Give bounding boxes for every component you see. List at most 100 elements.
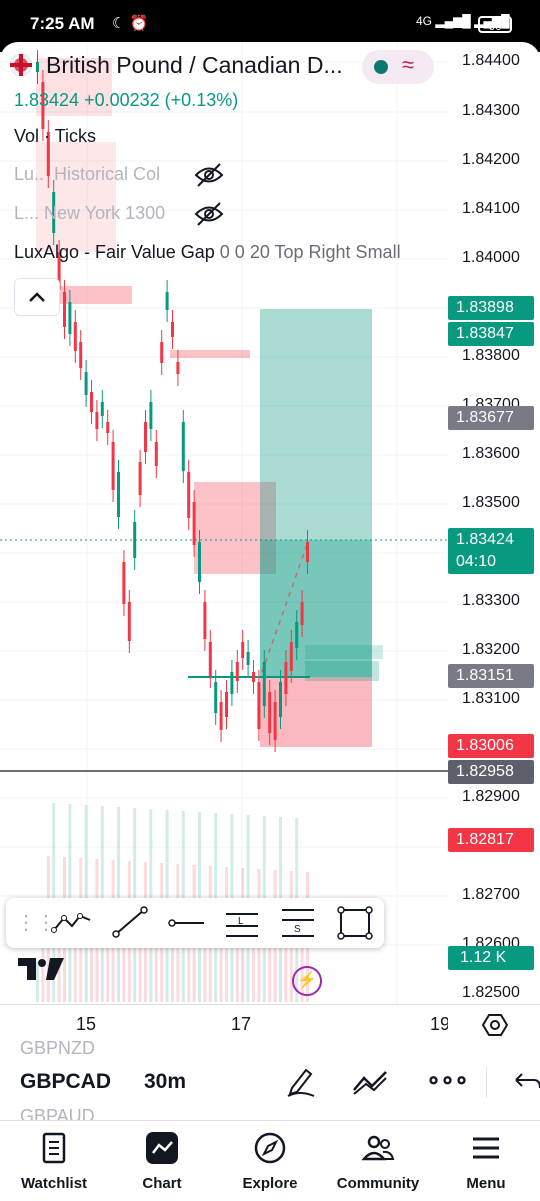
hamburger-menu-icon	[473, 1137, 499, 1159]
eye-hidden-icon[interactable]	[194, 162, 224, 193]
prev-symbol[interactable]: GBPNZD	[20, 1038, 95, 1054]
network-type: 4G	[416, 14, 433, 28]
candle-body	[100, 402, 104, 416]
candle-body	[192, 502, 196, 545]
indicator-1-name: Historical Col	[54, 164, 161, 184]
nav-chart[interactable]: Chart	[108, 1121, 216, 1201]
community-icon	[361, 1135, 395, 1161]
flag-icon	[10, 54, 32, 76]
last-price-value: 1.83424	[456, 531, 514, 548]
bottom-nav[interactable]: Watchlist Chart Explore Community Menu	[0, 1120, 540, 1201]
fvg-box	[305, 661, 379, 681]
candle-body	[165, 292, 169, 310]
nav-explore[interactable]: Explore	[216, 1121, 324, 1201]
short-position-icon[interactable]: S	[278, 904, 318, 942]
next-symbol[interactable]: GBPAUD	[20, 1106, 95, 1120]
candle-body	[138, 462, 142, 495]
candle-body	[36, 62, 39, 72]
candle-body	[219, 702, 223, 730]
fvg-box	[170, 350, 250, 358]
position-target-zone[interactable]	[260, 309, 372, 540]
candle-body	[262, 662, 266, 706]
candle-body	[95, 412, 99, 429]
candle-body	[295, 622, 299, 648]
stop-price-label: 1.83006	[448, 734, 534, 758]
nav-watchlist-label: Watchlist	[20, 1175, 88, 1192]
last-price: 1.83424	[14, 90, 80, 110]
price-tick: 1.84100	[462, 200, 520, 217]
candle-body	[160, 342, 164, 363]
candle-body	[111, 442, 115, 490]
eye-hidden-icon[interactable]	[194, 201, 224, 232]
candle-body	[106, 422, 110, 433]
candle-body	[300, 602, 304, 625]
candle-body	[279, 682, 282, 717]
lightning-icon[interactable]: ⚡	[292, 966, 322, 996]
last-price-label: 1.83424 04:10	[448, 528, 534, 574]
candle-body	[133, 522, 137, 558]
price-tick: 1.82900	[462, 788, 520, 805]
fvg-box	[60, 286, 132, 304]
legend-volume[interactable]: Vol · Ticks	[14, 126, 96, 147]
candle-body	[230, 672, 234, 694]
volume-label: 1.12 K	[448, 946, 534, 970]
chart-area[interactable]: British Pound / Canadian D... ≈ 1.83424 …	[0, 42, 540, 1004]
indicators-icon[interactable]	[352, 1068, 388, 1096]
price-tick: 1.83800	[462, 347, 520, 364]
tradingview-logo-icon[interactable]	[16, 954, 66, 982]
time-tick: 15	[76, 1014, 97, 1034]
indicator-3-name: LuxAlgo - Fair Value Gap	[14, 242, 215, 262]
wave-icon: ≈	[402, 52, 415, 77]
price-tick: 1.83200	[462, 641, 520, 658]
trend-line-icon[interactable]	[110, 906, 150, 940]
chevron-up-icon	[29, 292, 45, 302]
price-change-row: 1.83424 +0.00232 (+0.13%)	[14, 90, 238, 111]
candle-body	[241, 642, 245, 658]
candle-body	[225, 692, 228, 717]
bar-countdown: 04:10	[456, 553, 497, 570]
line-price-label: 1.82958	[448, 760, 534, 784]
price-chart[interactable]	[0, 42, 540, 1004]
long-position-icon[interactable]: L	[222, 904, 262, 942]
drawing-toolbar[interactable]: ⋮⋮ L S	[6, 898, 384, 948]
rectangle-tool-icon[interactable]	[336, 905, 374, 941]
symbol-selector[interactable]: GBPCAD	[20, 1070, 111, 1094]
pencil-icon[interactable]	[284, 1064, 318, 1098]
status-pill[interactable]: ≈	[362, 50, 434, 84]
battery-level: 60	[488, 19, 502, 33]
legend-indicator-3[interactable]: LuxAlgo - Fair Value Gap 0 0 20 Top Righ…	[14, 242, 401, 263]
grey-price-label: 1.83677	[448, 406, 534, 430]
nav-community[interactable]: Community	[324, 1121, 432, 1201]
legend-indicator-2[interactable]: L... New York 1300	[14, 202, 224, 226]
indicator-2-name: New York 1300	[44, 203, 166, 223]
indicator-2-short: L...	[14, 203, 40, 223]
red-price-label: 1.82817	[448, 828, 534, 852]
collapse-legend-button[interactable]	[14, 278, 60, 316]
indicator-3-params: 0 0 20 Top Right Small	[219, 242, 401, 262]
price-tick: 1.82500	[462, 984, 520, 1001]
symbol-title[interactable]: British Pound / Canadian D...	[46, 52, 343, 79]
path-tool-icon[interactable]	[50, 906, 94, 940]
indicator-1-short: Lu..	[14, 164, 45, 184]
svg-text:L: L	[238, 916, 244, 927]
settings-hexagon-icon[interactable]	[482, 1013, 508, 1037]
nav-watchlist[interactable]: Watchlist	[0, 1121, 108, 1201]
candle-body	[252, 672, 255, 682]
horizontal-ray-icon[interactable]	[166, 906, 206, 940]
legend-indicator-1[interactable]: Lu.. Historical Col	[14, 163, 224, 187]
candle-body	[176, 362, 180, 374]
more-icon[interactable]: ∘∘∘	[426, 1066, 469, 1095]
position-stop-zone[interactable]	[260, 677, 372, 747]
candle-body	[127, 602, 131, 641]
market-open-icon	[374, 60, 388, 74]
candle-body	[171, 322, 174, 337]
candle-body	[84, 372, 88, 395]
candle-body	[289, 642, 293, 671]
interval-selector[interactable]: 30m	[144, 1070, 186, 1094]
nav-menu[interactable]: Menu	[432, 1121, 540, 1201]
candle-body	[90, 392, 93, 412]
candle-body	[306, 542, 309, 562]
symbol-bar[interactable]: GBPNZD GBPCAD 30m GBPAUD ∘∘∘	[0, 1038, 540, 1120]
undo-icon[interactable]	[512, 1072, 540, 1092]
candle-body	[235, 662, 239, 681]
